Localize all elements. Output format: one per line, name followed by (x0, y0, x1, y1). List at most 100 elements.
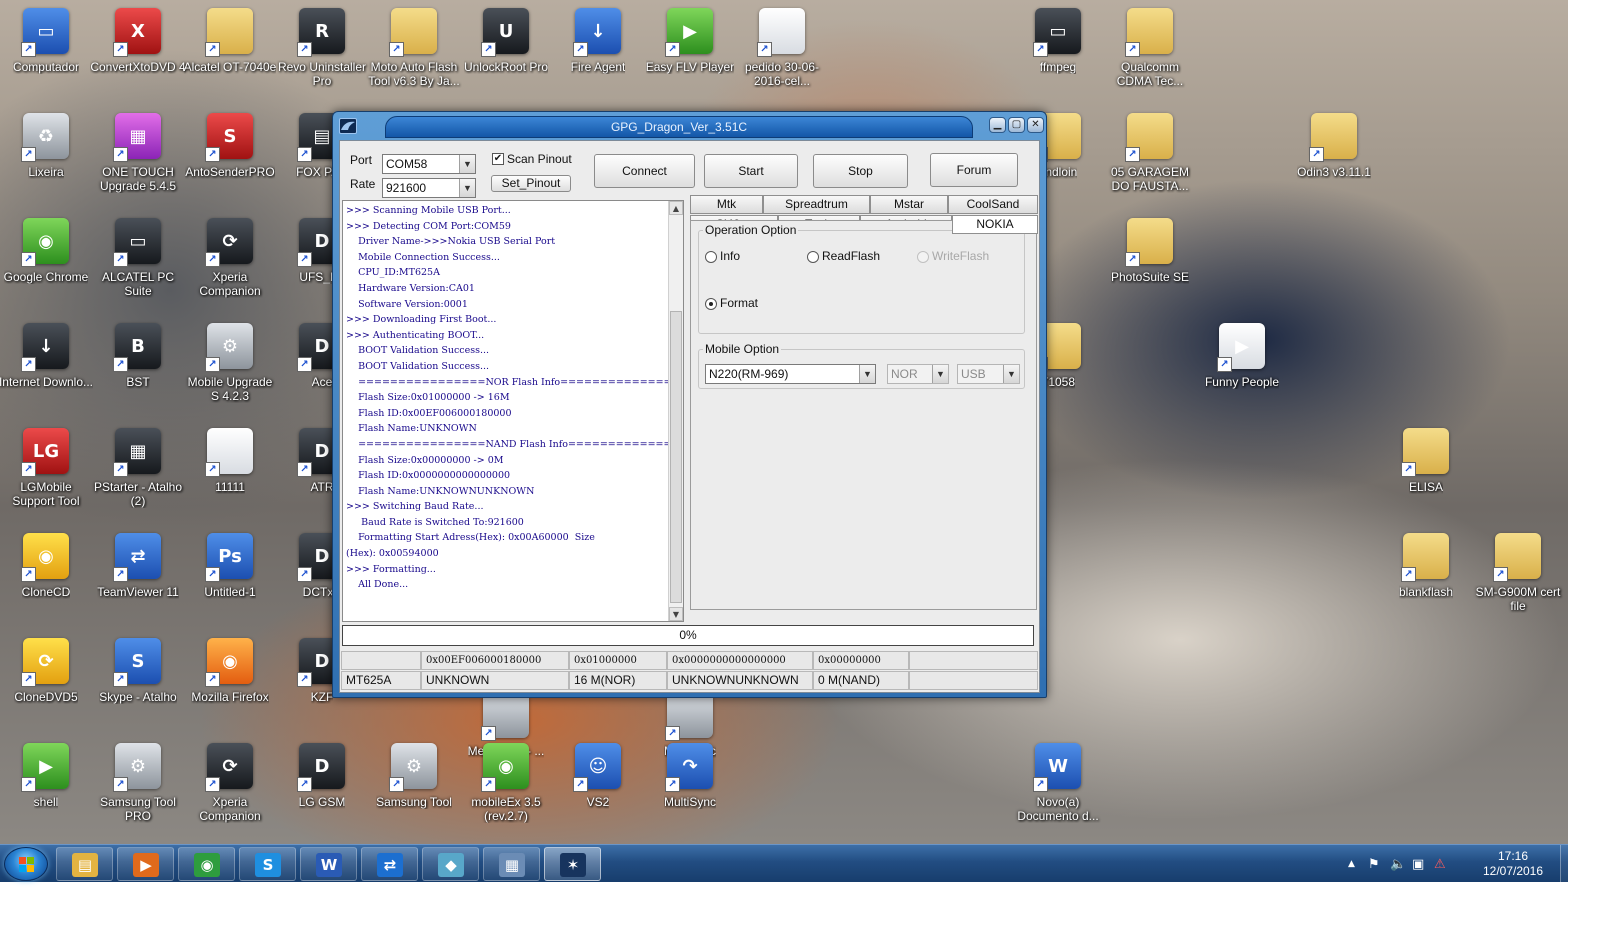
desktop-icon[interactable]: X ConvertXtoDVD 4 (90, 8, 186, 74)
format-radio[interactable] (705, 298, 717, 310)
maximize-button[interactable]: ▢ (1008, 117, 1025, 133)
info-radio[interactable] (705, 251, 717, 263)
taskbar-button[interactable]: ▶ (117, 847, 174, 881)
desktop-icon[interactable]: ◉ Google Chrome (0, 218, 94, 284)
desktop-icon-label: TeamViewer 11 (97, 585, 179, 599)
action-center-flag-icon[interactable]: ⚑ (1368, 857, 1380, 872)
desktop-icon[interactable]: R Revo Uninstaller Pro (274, 8, 370, 88)
tray-chevron-icon[interactable]: ▲ (1348, 859, 1355, 869)
desktop-icon[interactable]: LG LGMobile Support Tool (0, 428, 94, 508)
model-select[interactable]: N220(RM-969) ▼ (705, 364, 876, 384)
status-cell (909, 671, 1038, 690)
set-pinout-button[interactable]: Set_Pinout (491, 175, 571, 192)
desktop-icon[interactable]: ⚙ Mobile Upgrade S 4.2.3 (182, 323, 278, 403)
log-scrollbar[interactable]: ▲ ▼ (668, 201, 683, 621)
desktop-icon[interactable]: ◉ Mozilla Firefox (182, 638, 278, 704)
desktop-icon[interactable]: ELISA (1378, 428, 1474, 494)
desktop-icon[interactable]: ⇄ TeamViewer 11 (90, 533, 186, 599)
close-button[interactable]: ✕ (1027, 117, 1044, 133)
taskbar-button[interactable]: ✶ (544, 847, 601, 881)
tab-coolsand[interactable]: CoolSand (948, 195, 1038, 214)
forum-button[interactable]: Forum (930, 153, 1018, 187)
desktop-icon[interactable]: ⚙ Samsung Tool PRO (90, 743, 186, 823)
desktop-icon[interactable]: ◉ CloneCD (0, 533, 94, 599)
taskbar-button[interactable]: W (300, 847, 357, 881)
desktop-icon[interactable]: ⟳ Xperia Companion (182, 743, 278, 823)
desktop-icon[interactable]: Ps Untitled-1 (182, 533, 278, 599)
desktop-icon[interactable]: 11111 (182, 428, 278, 494)
desktop-icon[interactable]: W Novo(a) Documento d... (1010, 743, 1106, 823)
tab-nokia[interactable]: NOKIA (952, 215, 1038, 234)
taskbar-button[interactable]: ◆ (422, 847, 479, 881)
desktop-icon[interactable]: ▭ Computador (0, 8, 94, 74)
taskbar-button[interactable]: ◉ (178, 847, 235, 881)
desktop-icon[interactable]: B BST (90, 323, 186, 389)
log-line: Flash Name:UNKNOWNUNKNOWN (346, 485, 535, 497)
tab-mstar[interactable]: Mstar (870, 195, 948, 214)
desktop-icon[interactable]: ▶ Funny People (1194, 323, 1290, 389)
desktop-icon[interactable]: ⟳ Xperia Companion (182, 218, 278, 298)
log-output[interactable]: >>> Scanning Mobile USB Port... >>> Detec… (342, 200, 684, 622)
scroll-up-icon[interactable]: ▲ (669, 201, 683, 215)
desktop-icon[interactable]: ▶ Easy FLV Player (642, 8, 738, 74)
desktop-icon-label: CloneDVD5 (14, 690, 78, 704)
port-select[interactable]: COM58 ▼ (382, 154, 476, 174)
stop-button[interactable]: Stop (813, 154, 908, 188)
desktop-icon[interactable]: ↓ Internet Downlo... (0, 323, 94, 389)
taskbar-button[interactable]: S (239, 847, 296, 881)
readflash-radio-label: ReadFlash (822, 249, 881, 263)
start-button[interactable]: Start (704, 154, 798, 188)
desktop-icon[interactable]: PhotoSuite SE (1102, 218, 1198, 284)
desktop-icon[interactable]: ♻ Lixeira (0, 113, 94, 179)
taskbar-button[interactable]: ▤ (56, 847, 113, 881)
desktop-icon[interactable]: ↷ MultiSync (642, 743, 738, 809)
title-bar[interactable]: GPG_Dragon_Ver_3.51C ▁ ▢ ✕ (333, 112, 1046, 140)
desktop-icon[interactable]: Odin3 v3.11.1 (1286, 113, 1382, 179)
desktop-icon-label: Xperia Companion (199, 795, 261, 823)
desktop-icon[interactable]: ↓ Fire Agent (550, 8, 646, 74)
desktop-icon[interactable]: Alcatel OT-7040e (182, 8, 278, 74)
desktop-icon[interactable]: S Skype - Atalho (90, 638, 186, 704)
volume-icon[interactable]: 🔈 (1390, 857, 1406, 872)
desktop-icon[interactable]: ⟳ CloneDVD5 (0, 638, 94, 704)
desktop-icon[interactable]: U UnlockRoot Pro (458, 8, 554, 74)
writeflash-radio-label: WriteFlash (932, 249, 990, 263)
minimize-button[interactable]: ▁ (989, 117, 1006, 133)
tab-mtk[interactable]: Mtk (690, 195, 763, 214)
clock[interactable]: 17:16 12/07/2016 (1478, 849, 1548, 879)
desktop-icon[interactable]: ◉ mobileEx 3.5 (rev.2.7) (458, 743, 554, 823)
alert-icon[interactable]: ⚠ (1434, 857, 1446, 872)
desktop-icon[interactable]: ▶ shell (0, 743, 94, 809)
desktop-icon[interactable]: SM-G900M cert file (1470, 533, 1566, 613)
scan-pinout-checkbox[interactable]: ✔ (492, 153, 504, 165)
log-line: ================NAND Flash Info=========… (346, 438, 684, 450)
desktop-icon[interactable]: Qualcomm CDMA Tec... (1102, 8, 1198, 88)
rate-select[interactable]: 921600 ▼ (382, 178, 476, 198)
desktop-icon[interactable]: pedido 30-06-2016-cel... (734, 8, 830, 88)
show-desktop-button[interactable] (1560, 845, 1568, 883)
scroll-thumb[interactable] (670, 311, 682, 603)
log-line: Flash ID:0x00EF006000180000 (346, 407, 512, 419)
desktop-icon[interactable]: ⚙ Samsung Tool (366, 743, 462, 809)
nokia-tab-panel: Operation Option Info ReadFlash WriteFla… (690, 220, 1037, 610)
desktop-icon[interactable]: ☺ VS2 (550, 743, 646, 809)
desktop-icon[interactable]: blankflash (1378, 533, 1474, 599)
desktop-icon[interactable]: D LG GSM (274, 743, 370, 809)
desktop-icon[interactable]: ▦ PStarter - Atalho (2) (90, 428, 186, 508)
desktop-icon[interactable]: Moto Auto Flash Tool v6.3 By Ja... (366, 8, 462, 88)
chrome-icon: ◉ (21, 218, 69, 267)
desktop-icon[interactable]: ▭ ffmpeg (1010, 8, 1106, 74)
chevron-down-icon: ▼ (932, 365, 948, 383)
desktop-icon[interactable]: 05 GARAGEM DO FAUSTA... (1102, 113, 1198, 193)
scroll-down-icon[interactable]: ▼ (669, 607, 683, 621)
readflash-radio[interactable] (807, 251, 819, 263)
taskbar-button[interactable]: ⇄ (361, 847, 418, 881)
desktop-icon[interactable]: ▭ ALCATEL PC Suite (90, 218, 186, 298)
taskbar-button[interactable]: ▦ (483, 847, 540, 881)
start-button[interactable] (4, 847, 48, 881)
desktop-icon[interactable]: ▦ ONE TOUCH Upgrade 5.4.5 (90, 113, 186, 193)
tab-spreadtrum[interactable]: Spreadtrum (763, 195, 870, 214)
desktop-icon[interactable]: S AntoSenderPRO (182, 113, 278, 179)
network-icon[interactable]: ▣ (1412, 857, 1424, 872)
connect-button[interactable]: Connect (594, 154, 695, 188)
